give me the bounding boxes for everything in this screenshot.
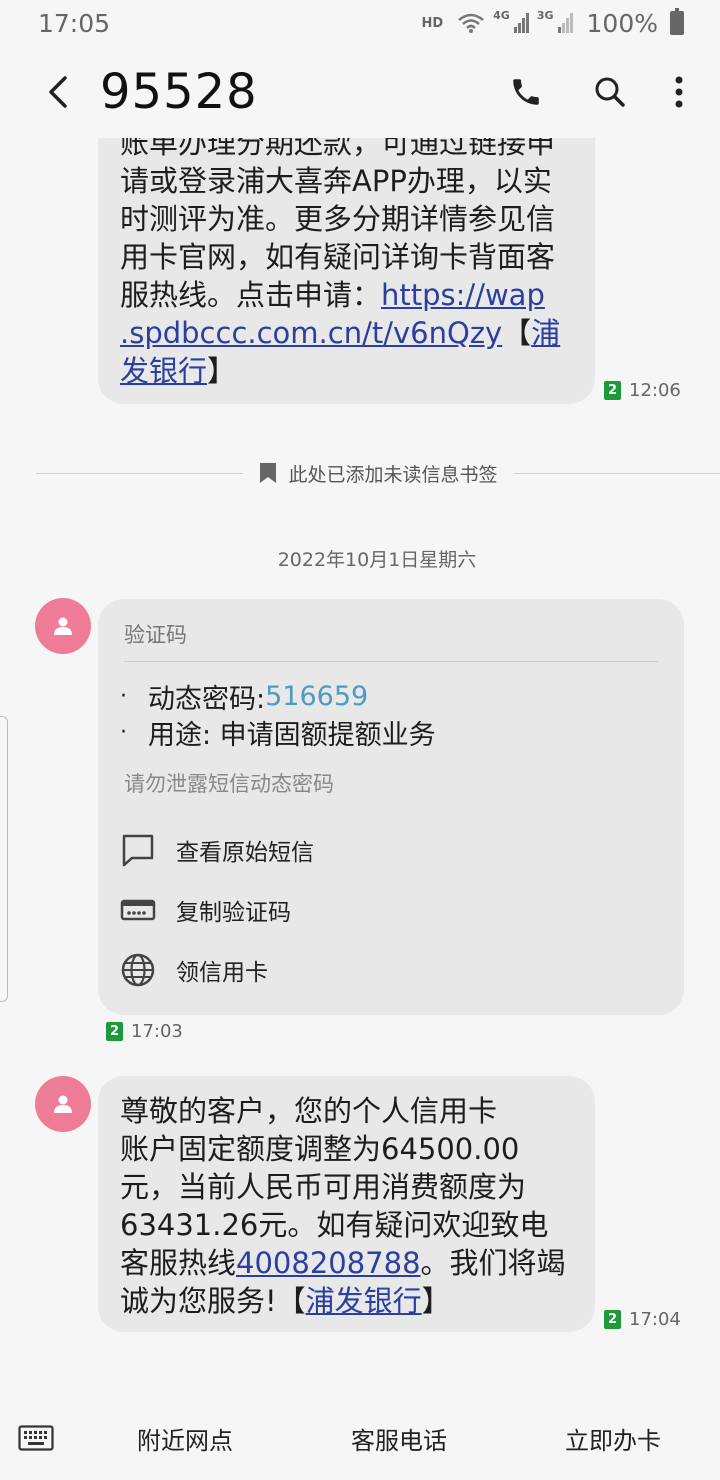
action-label: 查看原始短信 (176, 840, 314, 866)
copy-code-button[interactable]: 复制验证码 (98, 880, 684, 940)
timestamp-text: 12:06 (629, 380, 681, 401)
bookmark-text: 此处已添加未读信息书签 (288, 463, 498, 486)
phone-icon (513, 79, 539, 105)
keyboard-icon (18, 1425, 54, 1451)
battery-percent: 100% (586, 8, 658, 38)
otp-row: · 动态密码: 516659 (98, 678, 684, 715)
purpose-text: 用途: 申请固额提额业务 (148, 719, 436, 751)
bracket: 】 (421, 1284, 451, 1318)
avatar[interactable] (35, 1076, 91, 1132)
network-3g-label: 3G (536, 8, 554, 22)
message-line: 元，当前人民币可用消费额度为 (120, 1170, 527, 1204)
divider-line (513, 472, 720, 474)
signal-bars-icon (557, 13, 573, 33)
avatar[interactable] (35, 598, 91, 654)
more-vert-icon (675, 76, 683, 108)
search-button[interactable] (580, 62, 640, 122)
menu-apply-card[interactable]: 立即办卡 (506, 1421, 720, 1456)
message-line: 账单办理分期还款，可通过链接申 (120, 138, 556, 160)
message-line: 账户固定额度调整为64500.00 (120, 1132, 520, 1166)
bank-link[interactable]: 浦 (531, 316, 560, 350)
call-button[interactable] (496, 62, 556, 122)
bullet-dot: · (120, 719, 127, 745)
bullet-dot: · (120, 683, 127, 709)
wifi-icon (458, 13, 484, 33)
otp-code[interactable]: 516659 (265, 681, 368, 712)
action-label: 领信用卡 (176, 960, 268, 986)
message-line: 诚为您服务!【 (120, 1284, 306, 1318)
message-bubble[interactable]: 尊敬的客户，您的个人信用卡 账户固定额度调整为64500.00 元，当前人民币可… (98, 1076, 595, 1332)
message-line: 。我们将竭 (420, 1246, 566, 1280)
bookmark-icon (259, 463, 276, 483)
app-bar: 95528 (0, 46, 720, 138)
otp-label: 动态密码: (148, 683, 266, 715)
timestamp-text: 17:04 (629, 1309, 681, 1330)
network-4g-label: 4G (493, 8, 510, 22)
card-header: 验证码 (124, 623, 187, 647)
get-credit-card-button[interactable]: 领信用卡 (98, 940, 684, 1000)
bracket: 】 (207, 354, 237, 388)
bottom-menu-bar: 附近网点 客服电话 立即办卡 (0, 1396, 720, 1480)
person-icon (54, 617, 72, 635)
bracket: 【 (502, 316, 532, 350)
apply-link[interactable]: .spdbccc.com.cn/t/v6nQzy (120, 316, 502, 350)
message-bubble[interactable]: 账单办理分期还款，可通过链接申 请或登录浦大喜奔APP办理，以实 时测评为准。更… (98, 138, 595, 404)
purpose-row: · 用途: 申请固额提额业务 (98, 714, 684, 751)
timestamp-text: 17:03 (131, 1021, 183, 1042)
back-button[interactable] (28, 62, 88, 122)
status-time: 17:05 (38, 8, 111, 38)
apply-link[interactable]: https://wap (381, 278, 545, 312)
status-bar: 17:05 HD 4G 3G 100% (0, 0, 720, 46)
message-line: 尊敬的客户，您的个人信用卡 (120, 1094, 498, 1128)
menu-nearby-branches[interactable]: 附近网点 (78, 1421, 292, 1456)
person-icon (54, 1095, 72, 1113)
action-label: 复制验证码 (176, 900, 291, 926)
globe-icon (121, 953, 155, 987)
phone-link[interactable]: 4008208788 (236, 1246, 421, 1280)
more-options-button[interactable] (664, 62, 694, 122)
keyboard-toggle-button[interactable] (18, 1423, 58, 1453)
message-line: 请或登录浦大喜奔APP办理，以实 (120, 164, 552, 198)
password-field-icon (120, 899, 156, 921)
conversation-list[interactable]: 账单办理分期还款，可通过链接申 请或登录浦大喜奔APP办理，以实 时测评为准。更… (0, 138, 720, 1396)
message-line: 客服热线 (120, 1246, 237, 1280)
battery-icon (670, 8, 684, 35)
hd-indicator: HD (421, 15, 444, 31)
message-timestamp: 2 12:06 (604, 380, 681, 401)
bank-link[interactable]: 发银行 (120, 354, 207, 388)
message-line: 时测评为准。更多分期详情参见信 (120, 202, 556, 236)
conversation-title: 95528 (100, 64, 258, 120)
divider-line (36, 472, 243, 474)
message-line: 63431.26元。如有疑问欢迎致电 (120, 1208, 549, 1242)
sim-badge: 2 (106, 1022, 123, 1041)
bank-link[interactable]: 浦发银行 (306, 1284, 422, 1318)
signal-bars-icon (513, 13, 529, 33)
sim-badge: 2 (604, 1310, 621, 1329)
message-line: 用卡官网，如有疑问详询卡背面客 (120, 240, 556, 274)
message-line: 服热线。点击申请： (120, 278, 382, 312)
sim-badge: 2 (604, 381, 621, 400)
message-timestamp: 2 17:04 (604, 1309, 681, 1330)
edge-panel-handle[interactable] (0, 716, 8, 1002)
date-separator: 2022年10月1日星期六 (277, 549, 477, 571)
message-timestamp: 2 17:03 (106, 1021, 183, 1042)
unread-bookmark-divider: 此处已添加未读信息书签 (36, 458, 720, 488)
search-icon (595, 77, 625, 107)
verification-card[interactable]: 验证码 · 动态密码: 516659 · 用途: 申请固额提额业务 请勿泄露短信… (98, 599, 684, 1015)
view-original-button[interactable]: 查看原始短信 (98, 820, 684, 880)
message-icon (122, 834, 154, 867)
menu-customer-service[interactable]: 客服电话 (292, 1421, 506, 1456)
back-arrow-icon (49, 76, 67, 108)
warning-text: 请勿泄露短信动态密码 (124, 772, 334, 796)
status-icons: HD 4G 3G 100% (421, 8, 684, 38)
